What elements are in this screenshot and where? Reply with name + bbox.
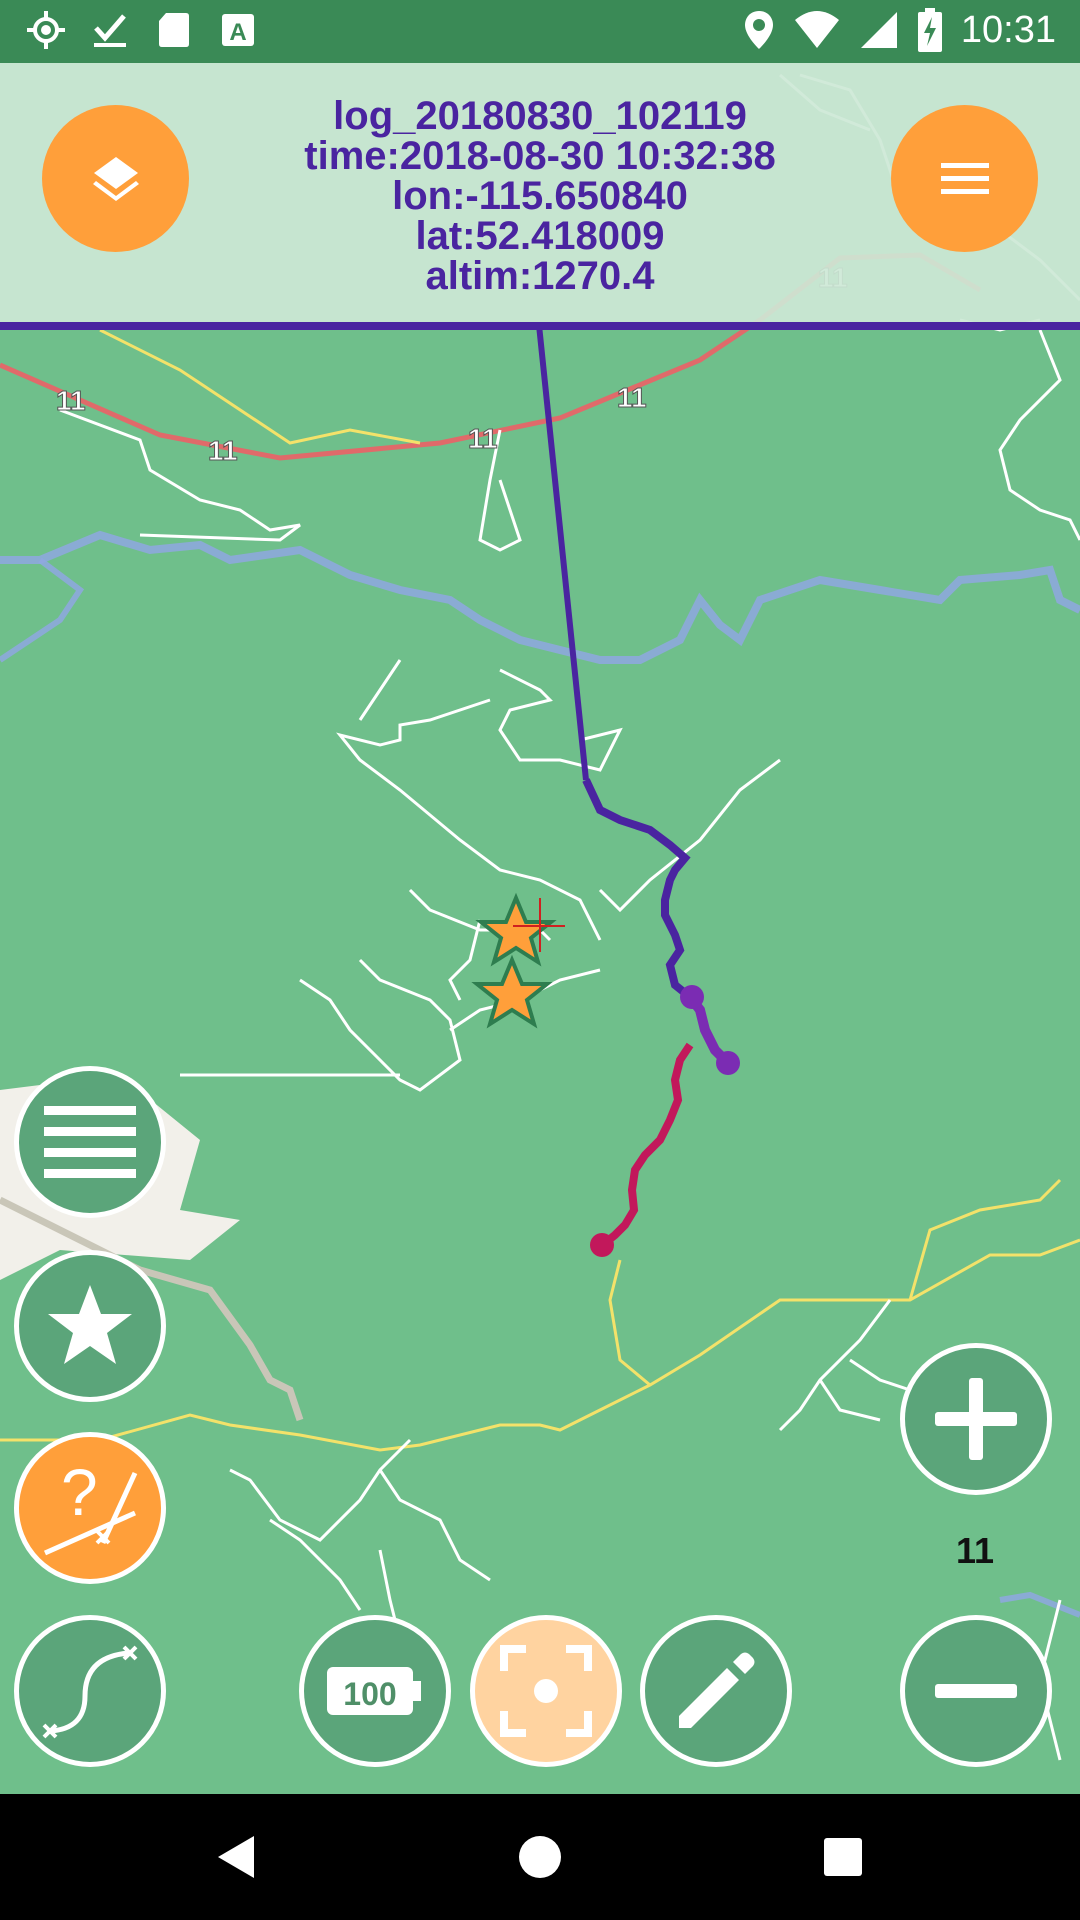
recents-icon[interactable] (818, 1832, 868, 1882)
road-label: 11 (617, 382, 647, 413)
log-longitude: lon:-115.650840 (392, 174, 688, 218)
log-name: log_20180830_102119 (333, 94, 747, 138)
zoom-out-button[interactable] (900, 1615, 1052, 1767)
status-bar: A 10:31 (0, 0, 1080, 63)
status-time: 10:31 (960, 8, 1056, 51)
track-info: log_20180830_102119 time:2018-08-30 10:3… (240, 96, 840, 296)
edit-button[interactable] (640, 1615, 792, 1767)
layers-button[interactable] (42, 105, 189, 252)
yellow-road-3 (99, 328, 421, 445)
location-pin-icon (744, 11, 773, 49)
zoom-in-button[interactable] (900, 1343, 1052, 1495)
track-purple-end (716, 1051, 740, 1075)
sd-card-icon (159, 13, 189, 47)
check-download-icon (94, 14, 126, 47)
focus-target-icon (500, 1645, 592, 1737)
track-red (602, 1042, 694, 1247)
track-curve-button[interactable] (14, 1615, 166, 1767)
list-icon (44, 1106, 136, 1178)
keyboard-a-icon: A (222, 14, 254, 46)
navigation-bar (0, 1794, 1080, 1920)
position-line (536, 324, 589, 781)
list-button[interactable] (14, 1066, 166, 1218)
back-icon[interactable] (212, 1832, 262, 1882)
river-branch (0, 557, 85, 663)
signal-icon (860, 12, 897, 48)
minus-icon (935, 1684, 1017, 1698)
wifi-icon (794, 11, 839, 48)
question-track-icon: ? (43, 1455, 138, 1556)
curve-icon (42, 1645, 138, 1739)
info-divider (0, 322, 1080, 330)
road-label: 11 (56, 385, 86, 416)
road-label: 11 (208, 435, 238, 466)
road-label: 11 (468, 423, 498, 454)
log-latitude: lat:52.418009 (415, 214, 665, 258)
zoom-level-label: 11 (955, 1530, 995, 1571)
river (0, 530, 1080, 664)
track-purple-start (680, 985, 704, 1009)
battery-button[interactable]: 100 (299, 1615, 451, 1767)
menu-button[interactable] (891, 105, 1038, 252)
battery-label: 100 (343, 1676, 396, 1712)
log-time: time:2018-08-30 10:32:38 (304, 134, 776, 178)
gps-help-button[interactable]: ? (14, 1432, 166, 1584)
log-altitude: altim:1270.4 (425, 254, 655, 298)
star-icon (48, 1285, 132, 1364)
layers-icon (92, 156, 139, 201)
yellow-road-4 (908, 1178, 1062, 1301)
pencil-icon (679, 1652, 755, 1728)
track-blue (582, 778, 693, 1001)
status-left-icons: A (26, 10, 258, 50)
hamburger-icon (940, 162, 989, 194)
yellow-road-2 (608, 1259, 651, 1387)
home-icon[interactable] (515, 1832, 565, 1882)
battery-charging-icon (917, 8, 942, 52)
bookmark-star-icon[interactable] (471, 954, 553, 1029)
svg-text:A: A (229, 19, 246, 46)
plus-icon (935, 1378, 1017, 1460)
svg-text:?: ? (61, 1455, 98, 1529)
center-location-button[interactable] (470, 1615, 622, 1767)
river-right (999, 1591, 1080, 1618)
gps-target-icon (27, 11, 65, 49)
bookmark-button[interactable] (14, 1250, 166, 1402)
battery-icon: 100 (327, 1667, 421, 1715)
status-right-icons: 10:31 (743, 8, 1056, 52)
track-red-end (590, 1233, 614, 1257)
